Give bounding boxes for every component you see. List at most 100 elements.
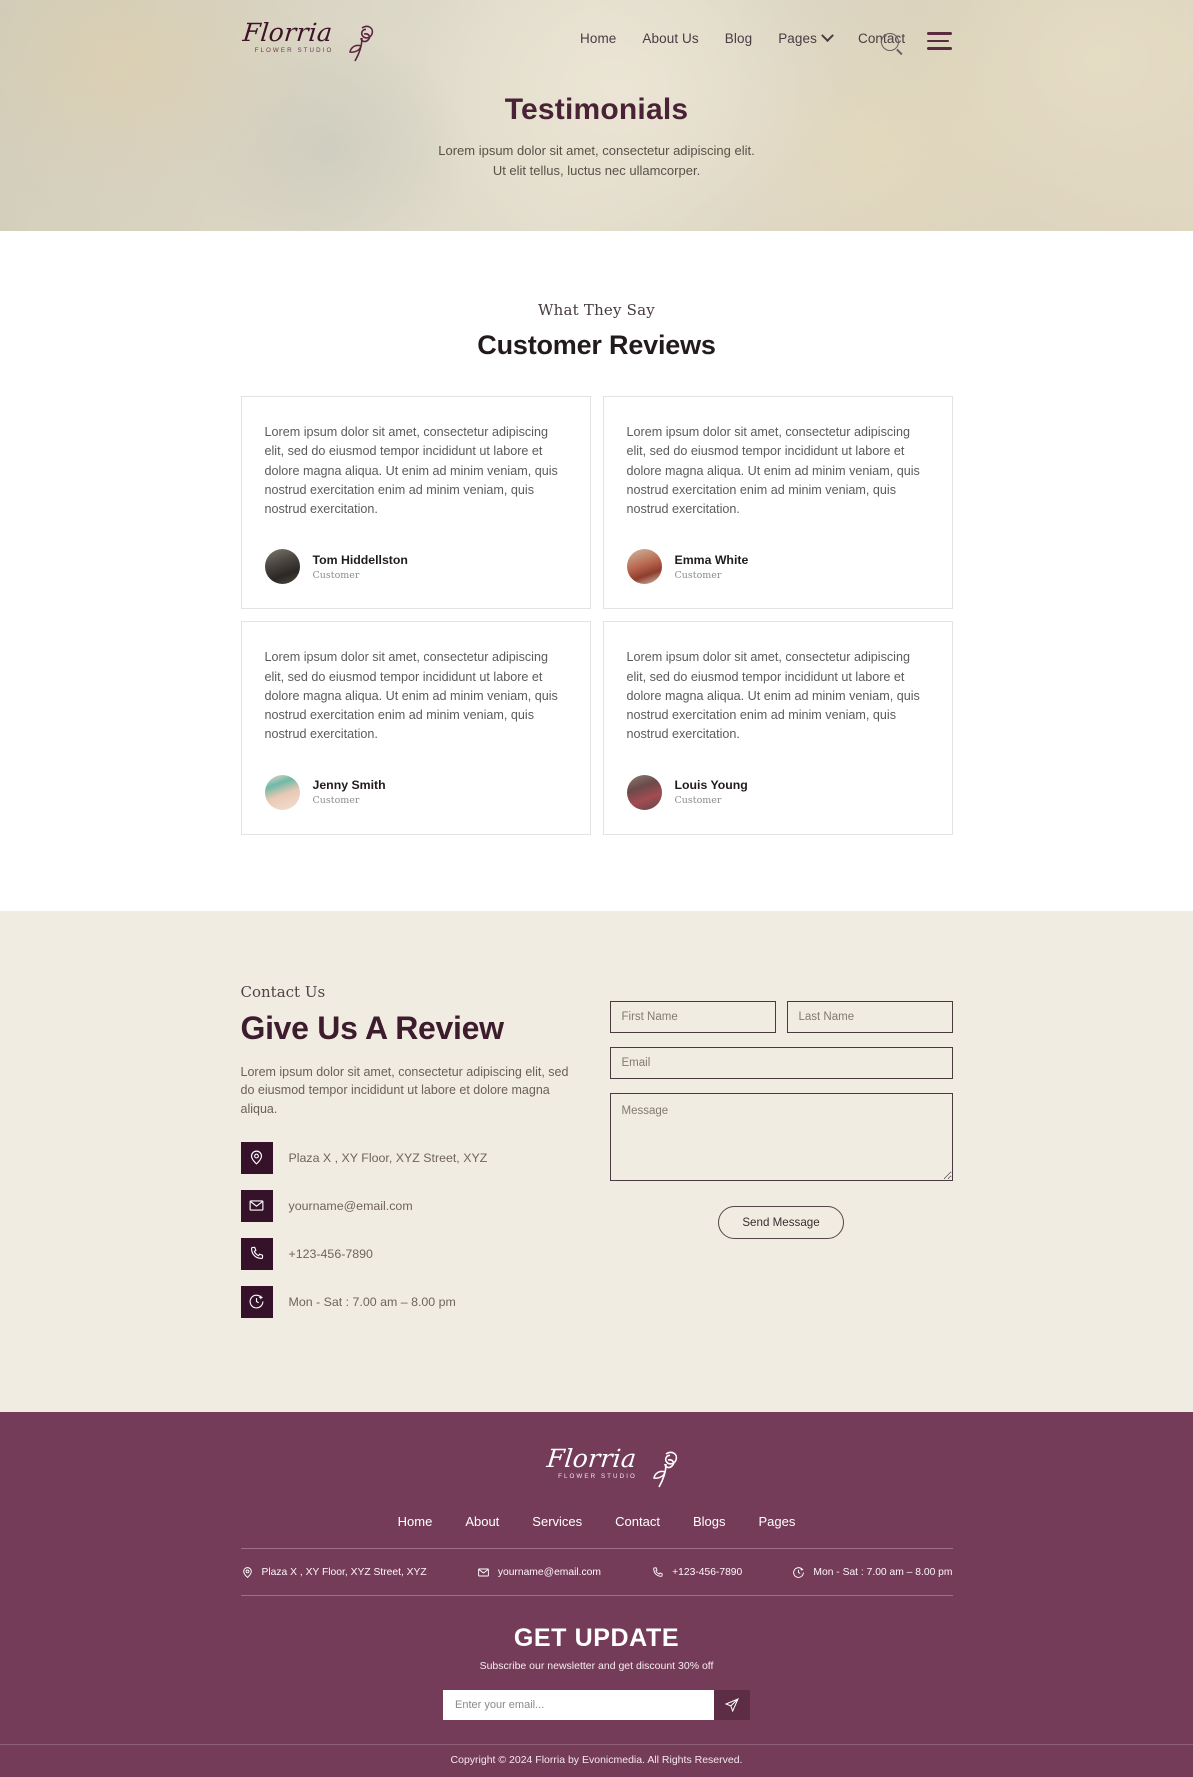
last-name-input[interactable] xyxy=(786,1000,953,1033)
newsletter-submit-button[interactable] xyxy=(714,1689,750,1720)
author-role: Customer xyxy=(312,795,360,807)
footer-nav-home[interactable]: Home xyxy=(398,1514,433,1529)
phone-icon xyxy=(240,1237,273,1270)
footer-contact-email: yourname@email.com xyxy=(477,1566,601,1579)
testimonial-card: Lorem ipsum dolor sit amet, consectetur … xyxy=(602,396,953,610)
reviews-grid: Lorem ipsum dolor sit amet, consectetur … xyxy=(240,396,953,835)
rose-logo-icon xyxy=(652,1451,677,1488)
author-role: Customer xyxy=(312,569,360,581)
author-name: Emma White xyxy=(674,552,749,567)
footer-logo-wordmark: Florria xyxy=(544,1443,638,1473)
newsletter-subtitle: Subscribe our newsletter and get discoun… xyxy=(479,1659,714,1672)
burger-line xyxy=(927,47,952,50)
envelope-icon xyxy=(477,1568,489,1577)
logo-tagline: FLOWER STUDIO xyxy=(254,47,334,54)
copyright-text: Copyright © 2024 Florria by Evonicmedia.… xyxy=(0,1743,1193,1777)
logo-wordmark: Florria xyxy=(241,18,334,47)
burger-line xyxy=(927,39,949,43)
newsletter-title: GET UPDATE xyxy=(513,1623,680,1652)
testimonial-text: Lorem ipsum dolor sit amet, consectetur … xyxy=(626,650,920,742)
location-pin-icon xyxy=(242,1567,252,1578)
testimonial-author: Jenny Smith Customer xyxy=(264,774,567,810)
main-navigation: Florria FLOWER STUDIO Home About Us Blog… xyxy=(0,0,1193,84)
author-name: Louis Young xyxy=(674,778,748,793)
nav-item-home[interactable]: Home xyxy=(580,31,616,46)
footer-email-text: yourname@email.com xyxy=(497,1566,601,1578)
customer-reviews-section: What They Say Customer Reviews Lorem ips… xyxy=(0,231,1193,911)
contact-info-list: Plaza X , XY Floor, XYZ Street, XYZ your… xyxy=(240,1141,571,1318)
footer-contact-phone: +123-456-7890 xyxy=(651,1566,742,1579)
hero-banner: Florria FLOWER STUDIO Home About Us Blog… xyxy=(0,0,1193,231)
newsletter-section: GET UPDATE Subscribe our newsletter and … xyxy=(241,1596,953,1744)
author-role: Customer xyxy=(674,795,722,807)
footer-contact-row: Plaza X , XY Floor, XYZ Street, XYZ your… xyxy=(240,1549,953,1596)
clock-24-icon xyxy=(240,1285,273,1318)
email-input[interactable] xyxy=(609,1046,953,1079)
contact-phone-text: +123-456-7890 xyxy=(288,1246,373,1261)
footer-hours-text: Mon - Sat : 7.00 am – 8.00 pm xyxy=(813,1566,953,1578)
contact-info-column: Contact Us Give Us A Review Lorem ipsum … xyxy=(240,982,571,1334)
footer-phone-text: +123-456-7890 xyxy=(672,1566,743,1578)
author-name: Jenny Smith xyxy=(312,778,386,793)
nav-links: Home About Us Blog Pages Contact xyxy=(580,29,905,46)
contact-hours-text: Mon - Sat : 7.00 am – 8.00 pm xyxy=(288,1294,456,1309)
send-message-button[interactable]: Send Message xyxy=(718,1205,844,1239)
footer-nav-contact[interactable]: Contact xyxy=(615,1514,660,1529)
contact-info-address: Plaza X , XY Floor, XYZ Street, XYZ xyxy=(240,1141,571,1174)
nav-item-pages-label: Pages xyxy=(778,31,817,46)
avatar xyxy=(626,774,662,810)
hamburger-menu-icon[interactable] xyxy=(927,32,952,50)
section-eyebrow: What They Say xyxy=(538,301,655,319)
avatar xyxy=(264,549,300,585)
author-role: Customer xyxy=(674,569,722,581)
search-icon[interactable] xyxy=(881,33,899,51)
section-title: Customer Reviews xyxy=(477,330,716,360)
chevron-down-icon xyxy=(821,29,834,43)
testimonial-author: Louis Young Customer xyxy=(626,774,929,810)
phone-icon xyxy=(653,1567,663,1577)
author-name: Tom Hiddellston xyxy=(312,552,408,567)
newsletter-email-input[interactable] xyxy=(443,1689,714,1720)
contact-info-email: yourname@email.com xyxy=(240,1189,571,1222)
footer-navigation: Home About Services Contact Blogs Pages xyxy=(240,1514,953,1549)
testimonial-text: Lorem ipsum dolor sit amet, consectetur … xyxy=(264,650,558,742)
newsletter-form xyxy=(443,1689,750,1720)
rose-logo-icon xyxy=(349,25,374,62)
nav-item-blog[interactable]: Blog xyxy=(725,31,752,46)
contact-info-hours: Mon - Sat : 7.00 am – 8.00 pm xyxy=(240,1285,571,1318)
testimonial-card: Lorem ipsum dolor sit amet, consectetur … xyxy=(602,621,953,835)
message-textarea[interactable] xyxy=(609,1092,953,1181)
site-logo[interactable]: Florria FLOWER STUDIO xyxy=(241,18,374,66)
avatar xyxy=(626,549,662,585)
envelope-icon xyxy=(240,1189,273,1222)
review-form: Send Message xyxy=(609,983,953,1334)
burger-line xyxy=(927,32,952,35)
hero-subtitle: Lorem ipsum dolor sit amet, consectetur … xyxy=(0,141,1193,181)
testimonial-text: Lorem ipsum dolor sit amet, consectetur … xyxy=(264,425,558,517)
contact-info-phone: +123-456-7890 xyxy=(240,1237,571,1270)
contact-email-text: yourname@email.com xyxy=(288,1198,413,1213)
contact-description: Lorem ipsum dolor sit amet, consectetur … xyxy=(240,1064,569,1117)
avatar xyxy=(264,774,300,810)
testimonial-author: Tom Hiddellston Customer xyxy=(264,549,567,585)
testimonial-author: Emma White Customer xyxy=(626,549,929,585)
contact-eyebrow: Contact Us xyxy=(240,982,326,1001)
footer-nav-services[interactable]: Services xyxy=(532,1514,582,1529)
footer-logo-tagline: FLOWER STUDIO xyxy=(558,1472,637,1480)
site-footer: Florria FLOWER STUDIO Home About Service… xyxy=(0,1411,1193,1777)
nav-item-pages[interactable]: Pages xyxy=(778,29,834,46)
footer-address-text: Plaza X , XY Floor, XYZ Street, XYZ xyxy=(261,1566,427,1578)
testimonial-text: Lorem ipsum dolor sit amet, consectetur … xyxy=(626,425,920,517)
footer-logo[interactable]: Florria FLOWER STUDIO xyxy=(544,1443,677,1492)
contact-section: Contact Us Give Us A Review Lorem ipsum … xyxy=(0,910,1193,1412)
nav-item-about-us[interactable]: About Us xyxy=(642,31,698,46)
first-name-input[interactable] xyxy=(609,1000,776,1033)
footer-contact-hours: Mon - Sat : 7.00 am – 8.00 pm xyxy=(792,1566,952,1579)
location-pin-icon xyxy=(240,1141,273,1174)
page-title: Testimonials xyxy=(504,93,689,126)
contact-address-text: Plaza X , XY Floor, XYZ Street, XYZ xyxy=(288,1150,488,1165)
footer-nav-about[interactable]: About xyxy=(465,1514,499,1529)
footer-nav-pages[interactable]: Pages xyxy=(759,1514,796,1529)
footer-nav-blogs[interactable]: Blogs xyxy=(693,1514,726,1529)
footer-contact-address: Plaza X , XY Floor, XYZ Street, XYZ xyxy=(241,1566,427,1579)
